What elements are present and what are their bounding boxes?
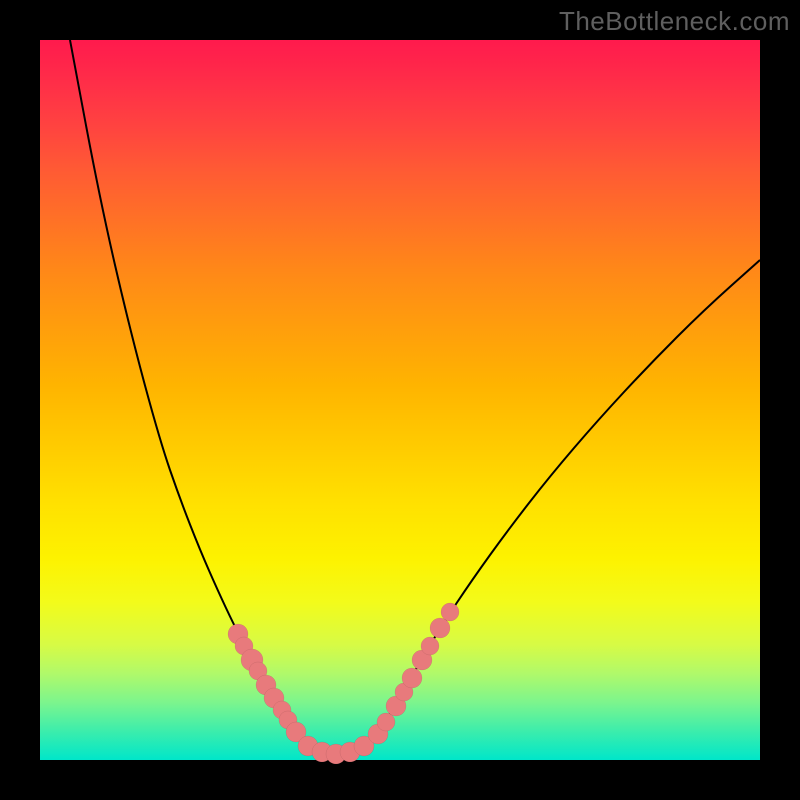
dots-left xyxy=(228,624,306,742)
data-dot xyxy=(377,713,395,731)
dots-right xyxy=(368,603,459,744)
data-dot xyxy=(441,603,459,621)
data-dot xyxy=(430,618,450,638)
data-dot xyxy=(421,637,439,655)
watermark-text: TheBottleneck.com xyxy=(559,6,790,37)
chart-stage: TheBottleneck.com xyxy=(0,0,800,800)
chart-svg xyxy=(40,40,760,760)
curve-group xyxy=(70,40,760,754)
left-curve xyxy=(70,40,306,743)
dots-valley xyxy=(298,736,374,764)
gradient-panel xyxy=(40,40,760,760)
data-dot xyxy=(402,668,422,688)
right-curve xyxy=(370,260,760,743)
